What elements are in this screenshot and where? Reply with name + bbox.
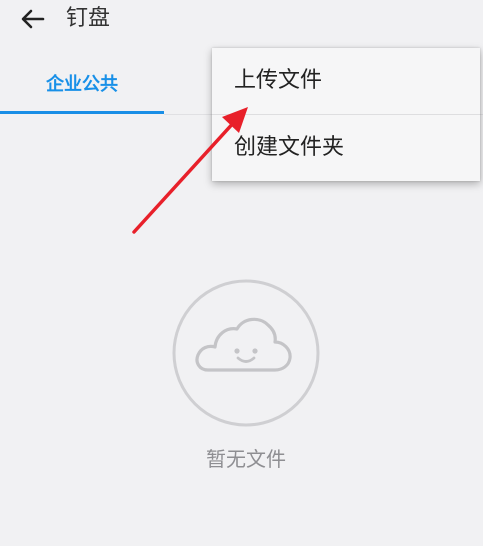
popup-menu: 上传文件 创建文件夹 [212, 48, 480, 181]
arrow-left-icon[interactable] [18, 4, 48, 34]
smiling-cloud-icon [172, 279, 320, 427]
page-title: 钉盘 [66, 6, 111, 31]
empty-state-text: 暂无文件 [206, 447, 286, 471]
tab-enterprise-public[interactable]: 企业公共 [0, 56, 164, 114]
menu-item-upload-file[interactable]: 上传文件 [212, 48, 480, 114]
tab-active-indicator [0, 111, 164, 114]
menu-item-label: 创建文件夹 [234, 135, 345, 160]
menu-item-create-folder[interactable]: 创建文件夹 [212, 115, 480, 181]
tab-label: 企业公共 [46, 74, 118, 95]
menu-item-label: 上传文件 [234, 68, 323, 93]
app-header: 钉盘 [0, 0, 483, 40]
